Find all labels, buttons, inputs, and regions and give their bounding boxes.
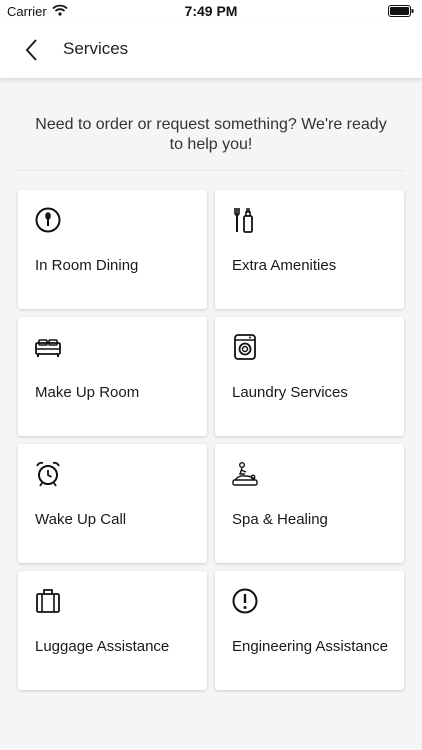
status-time: 7:49 PM bbox=[184, 3, 238, 19]
service-card-engineering-assistance[interactable]: Engineering Assistance bbox=[215, 571, 404, 690]
service-label: In Room Dining bbox=[35, 257, 139, 274]
service-card-spa-healing[interactable]: Spa & Healing bbox=[215, 444, 404, 563]
divider bbox=[18, 170, 404, 171]
service-card-extra-amenities[interactable]: Extra Amenities bbox=[215, 190, 404, 309]
intro-message: Need to order or request something? We'r… bbox=[35, 116, 387, 153]
service-label: Spa & Healing bbox=[232, 511, 328, 528]
luggage-icon bbox=[34, 587, 62, 615]
amenities-icon bbox=[231, 206, 259, 234]
dining-icon bbox=[34, 206, 62, 234]
battery-icon bbox=[388, 5, 414, 17]
service-card-make-up-room[interactable]: Make Up Room bbox=[18, 317, 207, 436]
service-label: Engineering Assistance bbox=[232, 638, 388, 655]
service-card-wake-up-call[interactable]: Wake Up Call bbox=[18, 444, 207, 563]
bed-icon bbox=[34, 333, 62, 361]
page-title: Services bbox=[63, 39, 129, 58]
service-label: Luggage Assistance bbox=[35, 638, 170, 655]
alert-circle-icon bbox=[231, 587, 259, 615]
washing-machine-icon bbox=[231, 333, 259, 361]
service-card-luggage-assistance[interactable]: Luggage Assistance bbox=[18, 571, 207, 690]
service-label: Wake Up Call bbox=[35, 511, 127, 528]
services-grid: In Room Dining Extra Amenities Make Up R… bbox=[18, 190, 404, 690]
spa-massage-icon bbox=[231, 460, 259, 488]
service-card-laundry-services[interactable]: Laundry Services bbox=[215, 317, 404, 436]
service-label: Make Up Room bbox=[35, 384, 140, 401]
status-bar: Carrier 7:49 PM bbox=[0, 0, 422, 22]
service-card-in-room-dining[interactable]: In Room Dining bbox=[18, 190, 207, 309]
chevron-left-icon bbox=[25, 39, 37, 61]
back-button[interactable] bbox=[18, 36, 46, 64]
alarm-clock-icon bbox=[34, 460, 62, 488]
service-label: Laundry Services bbox=[232, 384, 348, 401]
navigation-bar: Services bbox=[0, 22, 422, 78]
service-label: Extra Amenities bbox=[232, 257, 337, 274]
